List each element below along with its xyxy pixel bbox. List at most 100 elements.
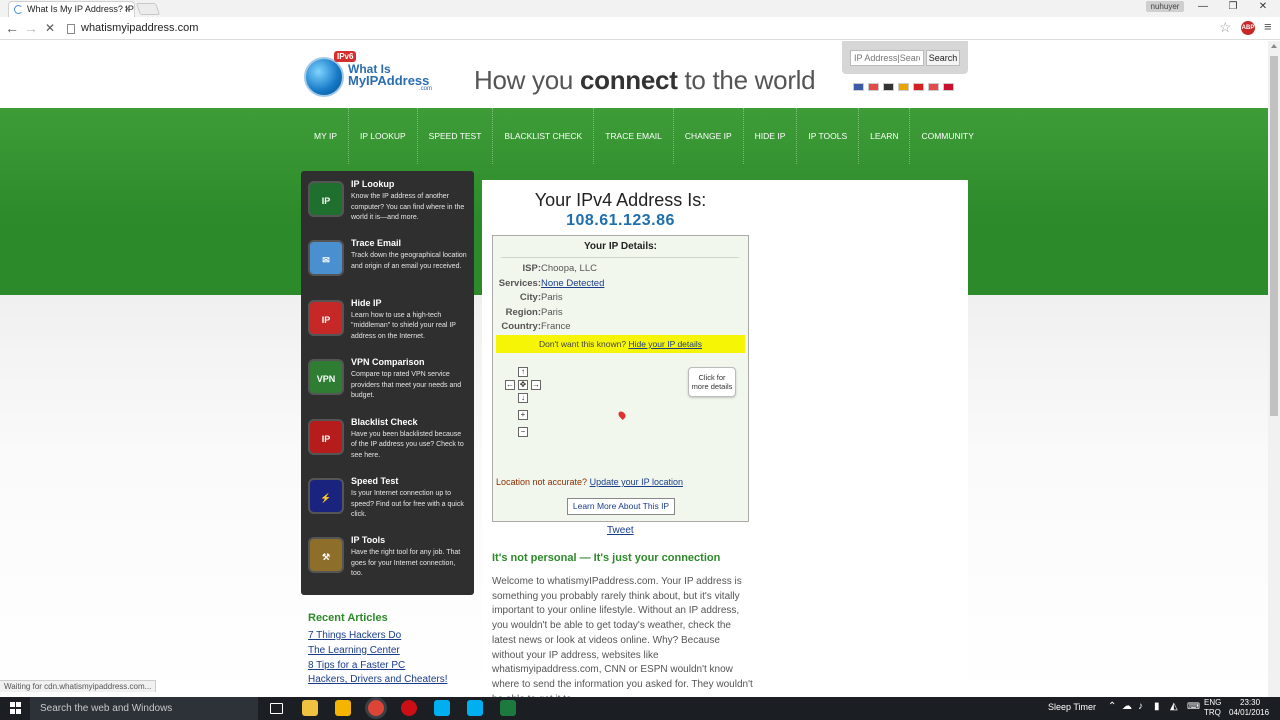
article-link[interactable]: The Learning Center [308,644,448,659]
network-icon[interactable]: ◭ [1170,701,1178,712]
nav-item[interactable]: HIDE IP [742,108,797,164]
app-icon[interactable] [500,700,516,716]
bubble-text: Click for [698,373,726,382]
battery-icon[interactable]: ▮ [1154,701,1160,712]
nav-item[interactable]: IP TOOLS [796,108,858,164]
close-window-icon[interactable]: ✕ [1250,1,1276,12]
site-tagline: How you connect to the world [474,65,816,95]
sidebar-item-ip-lookup[interactable]: IP IP Lookup Know the IP address of anothe… [301,171,474,230]
article-link[interactable]: Hackers, Drivers and Cheaters! [308,673,448,688]
language-indicator[interactable]: ENG [1204,698,1221,707]
hide-ip-link[interactable]: Hide your IP details [628,339,702,349]
detail-label: City: [519,292,541,303]
language-flag-icon[interactable] [883,83,894,91]
zoom-in-icon[interactable]: + [518,410,528,420]
taskbar-search[interactable]: Search the web and Windows [30,697,258,720]
services-link[interactable]: None Detected [541,278,604,289]
tweet-link[interactable]: Tweet [607,525,634,536]
language-flags [853,83,954,91]
scroll-thumb[interactable] [1270,56,1278,416]
restore-icon[interactable]: ❐ [1220,1,1246,12]
clock-date[interactable]: 04/01/2016 [1229,708,1269,717]
language-flag-icon[interactable] [913,83,924,91]
adblock-extension-icon[interactable]: ABP [1241,21,1255,35]
tray-cloud-icon[interactable]: ☁ [1122,701,1132,712]
detail-label: Country: [501,321,541,332]
nav-item[interactable]: COMMUNITY [909,108,984,164]
sidebar-item-trace-email[interactable]: ✉ Trace Email Track down the geographical … [301,230,474,289]
article-link[interactable]: 7 Things Hackers Do [308,629,448,644]
nav-item[interactable]: BLACKLIST CHECK [492,108,593,164]
scroll-up-icon[interactable] [1271,44,1277,48]
windows-start-icon[interactable] [10,702,22,714]
media-player-icon[interactable] [335,700,351,716]
nav-item[interactable]: LEARN [858,108,909,164]
new-tab-button[interactable] [135,3,161,15]
browser-titlebar: What Is My IP Address? IP × nuhuyer — ❐ … [0,0,1280,17]
skype-alt-icon[interactable] [467,700,483,716]
language-flag-icon[interactable] [853,83,864,91]
update-location-link[interactable]: Update your IP location [590,477,683,487]
learn-more-button[interactable]: Learn More About This IP [567,498,675,515]
chrome-icon[interactable] [368,700,384,716]
sleep-timer-label[interactable]: Sleep Timer [1048,702,1096,712]
sidebar-item-speed-test[interactable]: ⚡ Speed Test Is your Internet connection u… [301,468,474,527]
file-explorer-icon[interactable] [302,700,318,716]
nav-item[interactable]: CHANGE IP [672,108,743,164]
loading-spinner-icon [14,5,23,14]
browser-menu-icon[interactable]: ≡ [1264,19,1272,34]
sidebar-item-vpn-comparison[interactable]: VPN VPN Comparison Compare top rated VPN s… [301,349,474,408]
sidebar-item-ip-tools[interactable]: ⚒ IP Tools Have the right tool for any job… [301,527,474,586]
volume-icon[interactable]: ♪ [1138,701,1143,712]
minimize-icon[interactable]: — [1190,1,1216,12]
pan-up-icon[interactable]: ↑ [518,367,528,377]
address-bar[interactable]: whatismyipaddress.com [62,18,1242,38]
article-link[interactable]: 8 Tips for a Faster PC [308,659,448,674]
nav-item[interactable]: SPEED TEST [416,108,493,164]
sidebar-tool-icon: IP [308,299,344,336]
language-indicator-sub[interactable]: TRQ [1204,708,1221,717]
detail-label: Services: [498,278,541,289]
tab-title: What Is My IP Address? IP [27,4,134,14]
nav-item[interactable]: MY IP [303,108,348,164]
url-text: whatismyipaddress.com [81,22,199,34]
skype-icon[interactable] [434,700,450,716]
language-flag-icon[interactable] [898,83,909,91]
opera-icon[interactable] [401,700,417,716]
map-info-bubble[interactable]: Click for more details [688,367,736,397]
clock-time[interactable]: 23:30 [1240,698,1260,707]
language-flag-icon[interactable] [868,83,879,91]
task-view-icon[interactable] [270,703,283,714]
pan-left-icon[interactable]: ← [505,380,515,390]
sidebar-tool-icon: ✉ [308,240,344,277]
back-icon[interactable]: ← [3,19,21,37]
divider [501,257,739,258]
ip-search-input[interactable] [850,50,924,66]
keyboard-icon[interactable]: ⌨ [1187,701,1200,712]
page-scrollbar[interactable] [1268,41,1280,697]
tray-arrow-icon[interactable]: ⌃ [1108,701,1116,712]
sidebar-item-blacklist-check[interactable]: IP Blacklist Check Have you been blacklist… [301,409,474,468]
language-flag-icon[interactable] [943,83,954,91]
zoom-out-icon[interactable]: − [518,427,528,437]
site-logo[interactable]: IPv6 What Is MyIPAddress .com [302,51,432,99]
tab-close-icon[interactable]: × [124,2,130,17]
bookmark-star-icon[interactable]: ☆ [1219,19,1232,36]
pan-down-icon[interactable]: ↓ [518,393,528,403]
ipv6-badge: IPv6 [334,51,357,62]
detail-label: Region: [505,307,541,318]
sidebar-tool-icon: IP [308,181,344,217]
detail-value: Choopa, LLC [541,263,597,274]
nav-item[interactable]: IP LOOKUP [348,108,417,164]
search-button[interactable]: Search [926,50,960,66]
profile-button[interactable]: nuhuyer [1146,1,1184,12]
nav-item[interactable]: TRACE EMAIL [593,108,673,164]
pan-right-icon[interactable]: → [531,380,541,390]
browser-tab[interactable]: What Is My IP Address? IP × [8,1,135,17]
language-flag-icon[interactable] [928,83,939,91]
stop-icon[interactable]: ✕ [41,19,59,37]
map-pin-icon[interactable] [617,410,627,420]
pan-center-icon[interactable]: ✥ [518,380,528,390]
sidebar-item-hide-ip[interactable]: IP Hide IP Learn how to use a high-tech "m… [301,290,474,349]
forward-icon[interactable]: → [22,19,40,37]
